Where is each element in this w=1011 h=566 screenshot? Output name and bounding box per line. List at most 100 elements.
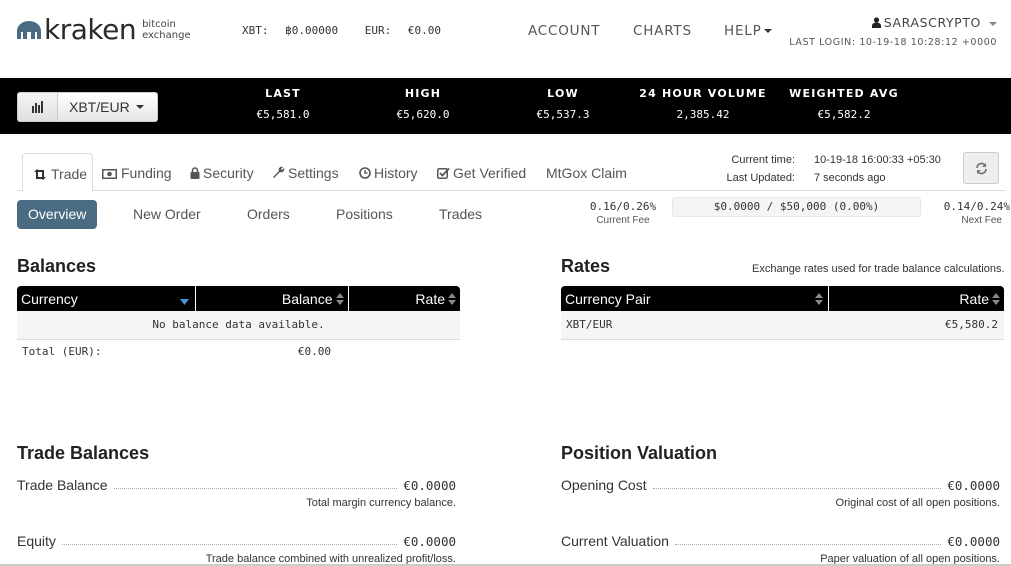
stat-high: HIGH €5,620.0 [383, 87, 463, 121]
kv-label: Opening Cost [561, 477, 647, 493]
current-fee-label: Current Fee [596, 215, 650, 226]
sort-icon [335, 292, 344, 305]
sort-icon [814, 293, 823, 305]
retweet-icon [34, 169, 46, 180]
total-value: €0.00 [297, 344, 331, 358]
bar-chart-icon [31, 101, 43, 113]
refresh-button[interactable] [963, 152, 999, 184]
stat-low: LOW €5,537.3 [523, 87, 603, 121]
tab-history[interactable]: History [359, 153, 418, 191]
ticker-bar: XBT/EUR LAST €5,581.0 HIGH €5,620.0 LOW … [0, 78, 1011, 134]
logo-wordmark: kraken [44, 13, 137, 46]
tab-security[interactable]: Security [190, 153, 254, 191]
stat-label: WEIGHTED AVG [789, 87, 899, 100]
kv-description: Original cost of all open positions. [835, 497, 1000, 509]
col-rate[interactable]: Rate [348, 286, 460, 311]
subnav-trades[interactable]: Trades [428, 200, 493, 229]
nav-account[interactable]: ACCOUNT [528, 23, 600, 39]
kv-label: Current Valuation [561, 533, 669, 549]
caret-down-icon [763, 29, 772, 33]
col-currency-pair[interactable]: Currency Pair [561, 286, 829, 311]
stat-volume: 24 HOUR VOLUME 2,385.42 [636, 87, 770, 121]
trade-balance-item: Trade Balance €0.0000 Total margin curre… [17, 475, 456, 509]
position-valuation-title: Position Valuation [561, 443, 718, 463]
tab-settings[interactable]: Settings [272, 153, 339, 191]
dotted-leader [674, 544, 942, 545]
stat-label: HIGH [404, 87, 442, 100]
refresh-icon [975, 162, 987, 174]
current-time-value: 10-19-18 16:00:33 +05:30 [814, 154, 941, 166]
xbt-balance: XBT: ฿0.00000 [242, 24, 339, 37]
current-fee: 0.16/0.26% Current Fee [580, 200, 666, 226]
stat-value: €5,582.2 [817, 108, 871, 121]
tab-label: Settings [288, 165, 339, 181]
dotted-leader [61, 544, 398, 545]
next-fee-value: 0.14/0.24% [943, 200, 1010, 213]
tab-trade[interactable]: Trade [22, 153, 94, 192]
time-values: 10-19-18 16:00:33 +05:30 7 seconds ago [814, 151, 941, 187]
dotted-leader [652, 488, 942, 489]
empty-message: No balance data available. [152, 318, 325, 332]
stat-value: 2,385.42 [676, 108, 730, 121]
total-label: Total (EUR): [22, 344, 102, 358]
volume-progress: $0.0000 / $50,000 (0.00%) [672, 197, 921, 217]
rate-value: €5,580.2 [945, 318, 998, 332]
last-updated-label: Last Updated: [726, 172, 796, 184]
logo-subtitle: bitcoin exchange [142, 19, 191, 41]
tab-label: Funding [121, 165, 172, 181]
pair-dropdown[interactable]: XBT/EUR [58, 93, 157, 121]
balances-title: Balances [17, 256, 97, 276]
current-valuation-item: Current Valuation €0.0000 Paper valuatio… [561, 531, 1000, 565]
stat-value: €5,537.3 [536, 108, 590, 121]
logo-sub-line1: bitcoin [142, 18, 176, 30]
kraken-logo[interactable]: kraken bitcoin exchange [16, 13, 191, 46]
clock-icon [359, 167, 371, 179]
dotted-leader [113, 488, 398, 489]
lock-icon [190, 167, 200, 179]
tab-get-verified[interactable]: Get Verified [437, 153, 526, 191]
kv-label: Equity [17, 533, 56, 549]
sort-desc-icon [179, 299, 189, 305]
money-icon [102, 169, 117, 179]
kv-value: €0.0000 [947, 478, 1000, 493]
pair-selector: XBT/EUR [17, 92, 158, 122]
tab-label: MtGox Claim [546, 165, 627, 181]
tab-funding[interactable]: Funding [102, 153, 172, 191]
stat-label: LOW [547, 87, 579, 100]
rates-title: Rates [561, 256, 611, 276]
kraken-logo-icon [17, 21, 41, 39]
subnav-new-order[interactable]: New Order [122, 200, 212, 229]
tab-mtgox-claim[interactable]: MtGox Claim [546, 153, 627, 191]
subnav-overview[interactable]: Overview [17, 200, 98, 229]
check-square-icon [437, 167, 450, 179]
current-fee-value: 0.16/0.26% [589, 200, 657, 213]
eur-balance: EUR: €0.00 [364, 24, 441, 37]
col-label: Rate [959, 290, 989, 307]
subnav-orders[interactable]: Orders [236, 200, 301, 229]
nav-help[interactable]: HELP [724, 23, 772, 39]
subnav-positions[interactable]: Positions [325, 200, 404, 229]
pair-label: XBT/EUR [69, 99, 130, 115]
logo-sub-line2: exchange [142, 29, 191, 41]
header: kraken bitcoin exchange XBT: ฿0.00000 EU… [0, 0, 1011, 78]
stat-label: LAST [265, 87, 301, 100]
kv-value: €0.0000 [403, 534, 456, 549]
user-icon [871, 17, 881, 28]
nav-charts[interactable]: CHARTS [633, 23, 692, 39]
next-fee-label: Next Fee [961, 215, 1002, 226]
chart-toggle-button[interactable] [18, 93, 58, 121]
time-labels: Current time: Last Updated: [700, 151, 796, 187]
equity-item: Equity €0.0000 Trade balance combined wi… [17, 531, 456, 565]
nav-help-label: HELP [724, 23, 762, 39]
rates-note: Exchange rates used for trade balance ca… [752, 263, 1005, 275]
table-row[interactable]: XBT/EUR €5,580.2 [561, 311, 1004, 339]
kv-value: €0.0000 [947, 534, 1000, 549]
col-currency[interactable]: Currency [17, 286, 196, 311]
trade-balances-title: Trade Balances [17, 443, 150, 463]
rate-pair: XBT/EUR [566, 318, 613, 332]
tab-label: Trade [51, 166, 88, 182]
col-balance[interactable]: Balance [195, 286, 349, 311]
user-menu[interactable]: SARASCRYPTO [871, 15, 997, 30]
balances-table: Currency Balance Rate No balance data av… [17, 286, 460, 363]
col-rate[interactable]: Rate [828, 286, 1004, 311]
